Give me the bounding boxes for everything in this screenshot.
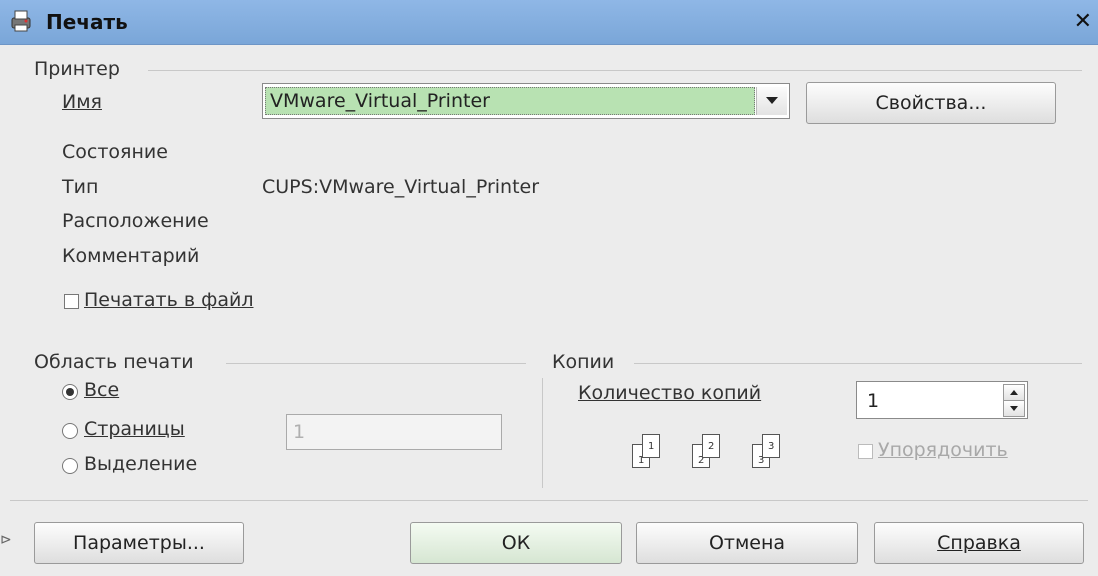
- print-range-group-label: Область печати: [34, 351, 194, 373]
- printer-group-divider: [148, 70, 1082, 71]
- page-icon: 2: [702, 434, 720, 458]
- pages-input-value: 1: [293, 421, 306, 443]
- cancel-button[interactable]: Отмена: [636, 522, 858, 564]
- title-bar: Печать ✕: [0, 0, 1098, 45]
- range-all-radio[interactable]: [62, 384, 78, 400]
- copies-count-value: 1: [867, 390, 880, 412]
- print-range-group-divider: [226, 363, 526, 364]
- copies-group-label: Копии: [552, 351, 615, 373]
- range-selection-radio[interactable]: [62, 458, 78, 474]
- page-icon: 3: [762, 434, 780, 458]
- chevron-down-icon: [766, 97, 778, 104]
- expand-options-icon[interactable]: ⊳: [0, 532, 12, 548]
- chevron-up-icon: [1010, 390, 1018, 395]
- spin-down-button[interactable]: [1003, 400, 1025, 417]
- page-icon: 1: [642, 434, 660, 458]
- copies-separator: [542, 378, 543, 488]
- collate-label: Упорядочить: [878, 439, 1008, 461]
- properties-button-label: Свойства...: [875, 92, 987, 114]
- copies-count-spinbox[interactable]: 1: [856, 381, 1028, 419]
- ok-button-label: ОК: [501, 532, 531, 554]
- dialog-title: Печать: [46, 10, 128, 34]
- copies-group-divider: [634, 363, 1082, 364]
- collate-checkbox[interactable]: [858, 444, 873, 459]
- range-pages-label[interactable]: Страницы: [84, 418, 185, 440]
- copies-count-label: Количество копий: [578, 382, 762, 404]
- bottom-divider: [10, 500, 1088, 501]
- location-label: Расположение: [62, 210, 209, 232]
- properties-button[interactable]: Свойства...: [806, 82, 1056, 124]
- printer-group-label: Принтер: [34, 58, 120, 80]
- printer-name-value: VMware_Virtual_Printer: [265, 87, 755, 115]
- help-button[interactable]: Справка: [874, 522, 1084, 564]
- status-label: Состояние: [62, 141, 168, 163]
- ok-button[interactable]: ОК: [410, 522, 622, 564]
- printer-name-combobox[interactable]: VMware_Virtual_Printer: [262, 83, 790, 119]
- printer-name-label: Имя: [62, 91, 102, 113]
- spin-up-button[interactable]: [1003, 384, 1025, 401]
- printer-dropdown-button[interactable]: [756, 87, 787, 115]
- chevron-down-icon: [1010, 406, 1018, 411]
- printer-app-icon: [11, 10, 31, 32]
- print-to-file-checkbox[interactable]: [64, 294, 79, 309]
- close-icon[interactable]: ✕: [1074, 9, 1092, 34]
- comment-label: Комментарий: [62, 245, 200, 267]
- range-all-label[interactable]: Все: [84, 379, 119, 401]
- range-pages-radio[interactable]: [62, 423, 78, 439]
- print-to-file-label[interactable]: Печатать в файл: [84, 289, 253, 311]
- cancel-button-label: Отмена: [708, 532, 786, 554]
- options-button-label: Параметры...: [73, 532, 205, 554]
- range-selection-label[interactable]: Выделение: [84, 453, 197, 475]
- options-button[interactable]: Параметры...: [34, 522, 244, 564]
- pages-input[interactable]: 1: [286, 414, 502, 450]
- help-button-label: Справка: [937, 532, 1021, 554]
- type-value: CUPS:VMware_Virtual_Printer: [262, 176, 540, 198]
- collate-pages-icon: 1 1 2 2 3 3: [632, 430, 792, 480]
- type-label: Тип: [62, 176, 99, 198]
